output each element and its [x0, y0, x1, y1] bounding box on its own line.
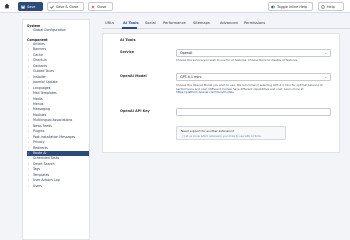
tab[interactable]: AI Tools	[123, 21, 139, 25]
close-label: Close	[97, 5, 107, 9]
close-icon	[91, 5, 95, 9]
sidebar-item-label: Articles	[33, 42, 45, 46]
service-description: Choose the service you wish to use for A…	[176, 58, 299, 62]
sidebar-item-label: News Feeds	[33, 123, 52, 128]
save-close-button[interactable]: Save & Close	[47, 2, 84, 11]
home-icon[interactable]	[4, 3, 10, 9]
sidebar-item-label: Check-in	[33, 58, 47, 63]
sidebar-item-label: Installer	[33, 74, 46, 79]
info-text-label: Let us know which extension you'd like t…	[184, 135, 262, 138]
model-select[interactable]: GPT-4.1 mini ⌄	[176, 73, 331, 81]
model-label: OpenAI Model	[120, 74, 147, 78]
sidebar-item-label: Guided Tours	[33, 69, 54, 74]
save-icon	[21, 5, 25, 9]
check-icon	[50, 5, 54, 9]
info-title: Need support for another extension?	[181, 129, 235, 133]
sidebar-item-label: Tags	[33, 167, 41, 172]
active-tab-indicator	[122, 27, 137, 29]
sidebar-item-label: User Actions Log	[33, 178, 60, 183]
help-button[interactable]: ? Help	[318, 2, 344, 11]
sidebar-item-label: Modules	[33, 112, 47, 117]
main-content: URLs AI Tools Social Performance Sitemaps Adv…	[102, 19, 350, 240]
help-icon: ?	[321, 5, 325, 9]
sidebar-item-label: Privacy	[33, 140, 45, 145]
toggle-inline-help-label: Toggle Inline Help	[277, 5, 308, 9]
info-text: ⓘ Let us know which extension you'd like…	[181, 134, 262, 138]
sidebar-item-label: Cache	[33, 52, 43, 57]
chevron-right-icon: ›	[28, 28, 30, 32]
sidebar-item-label: Post-installation Messages	[33, 134, 76, 139]
save-label: Save	[27, 5, 36, 9]
toggle-icon	[271, 5, 275, 9]
model-docs-link[interactable]: https://platform.openai.com/docs/models	[176, 90, 234, 94]
sidebar-item-label: Messaging	[33, 107, 50, 112]
sidebar-item-label: Redirects	[33, 145, 48, 150]
save-close-label: Save & Close	[56, 5, 79, 9]
sidebar-item-label: Templates	[33, 172, 50, 177]
service-select[interactable]: OpenAI ⌄	[176, 49, 331, 57]
tab[interactable]: Sitemaps	[193, 21, 210, 25]
sidebar-item[interactable]: › Users	[27, 184, 89, 189]
tab[interactable]: Social	[145, 21, 156, 25]
api-key-field[interactable]	[176, 108, 331, 116]
ai-tools-panel: AI Tools Service OpenAI ⌄ Choose the ser…	[102, 33, 340, 153]
tab[interactable]: Advanced	[220, 21, 238, 25]
sidebar-item-label: Plugins	[33, 129, 45, 134]
sidebar-item-label: Contacts	[33, 63, 48, 68]
sidebar-item-label: Multilingual Associations	[33, 118, 73, 123]
chevron-down-icon: ⌄	[324, 75, 327, 79]
tab[interactable]: URLs	[105, 21, 114, 25]
sidebar-item-label: Mail Templates	[33, 91, 57, 96]
sidebar: System › Global Configuration Component …	[22, 19, 90, 240]
sidebar-item-label: Users	[33, 183, 42, 188]
sidebar-item-label: Global Configuration	[33, 28, 66, 32]
service-label: Service	[120, 50, 135, 54]
sidebar-item-label: Joomla! Update	[33, 80, 58, 85]
sidebar-item-label: Scheduled Tasks	[33, 156, 60, 161]
sidebar-item-global-configuration[interactable]: › Global Configuration	[27, 28, 89, 33]
support-info-box: Need support for another extension? ⓘ Le…	[176, 126, 286, 140]
sidebar-item-label: Languages	[33, 85, 51, 90]
sidebar-item-label: Menus	[33, 101, 44, 106]
tab-bar: URLs AI Tools Social Performance Sitemaps Adv…	[102, 19, 350, 29]
api-key-label: OpenAI API Key	[120, 109, 150, 113]
sidebar-item-label: Route AI	[33, 151, 47, 155]
help-label: Help	[327, 5, 335, 9]
save-button[interactable]: Save	[18, 2, 43, 11]
sidebar-item-label: Smart Search	[33, 161, 55, 166]
chevron-right-icon: ›	[28, 183, 30, 188]
close-button[interactable]: Close	[88, 2, 113, 11]
service-value: OpenAI	[180, 51, 193, 55]
tab[interactable]: Performance	[163, 21, 186, 25]
toggle-inline-help-button[interactable]: Toggle Inline Help	[268, 2, 313, 11]
toolbar: Save Save & Close Close Toggle Inline He…	[0, 0, 350, 13]
chevron-down-icon: ⌄	[324, 51, 327, 55]
sidebar-item-label: Banners	[33, 47, 47, 52]
panel-title: AI Tools	[120, 38, 136, 42]
sidebar-item-label: Media	[33, 96, 43, 101]
model-description: Choose the OpenAI Model you wish to use.…	[176, 83, 331, 95]
tab[interactable]: Permissions	[244, 21, 265, 25]
model-value: GPT-4.1 mini	[180, 75, 202, 79]
